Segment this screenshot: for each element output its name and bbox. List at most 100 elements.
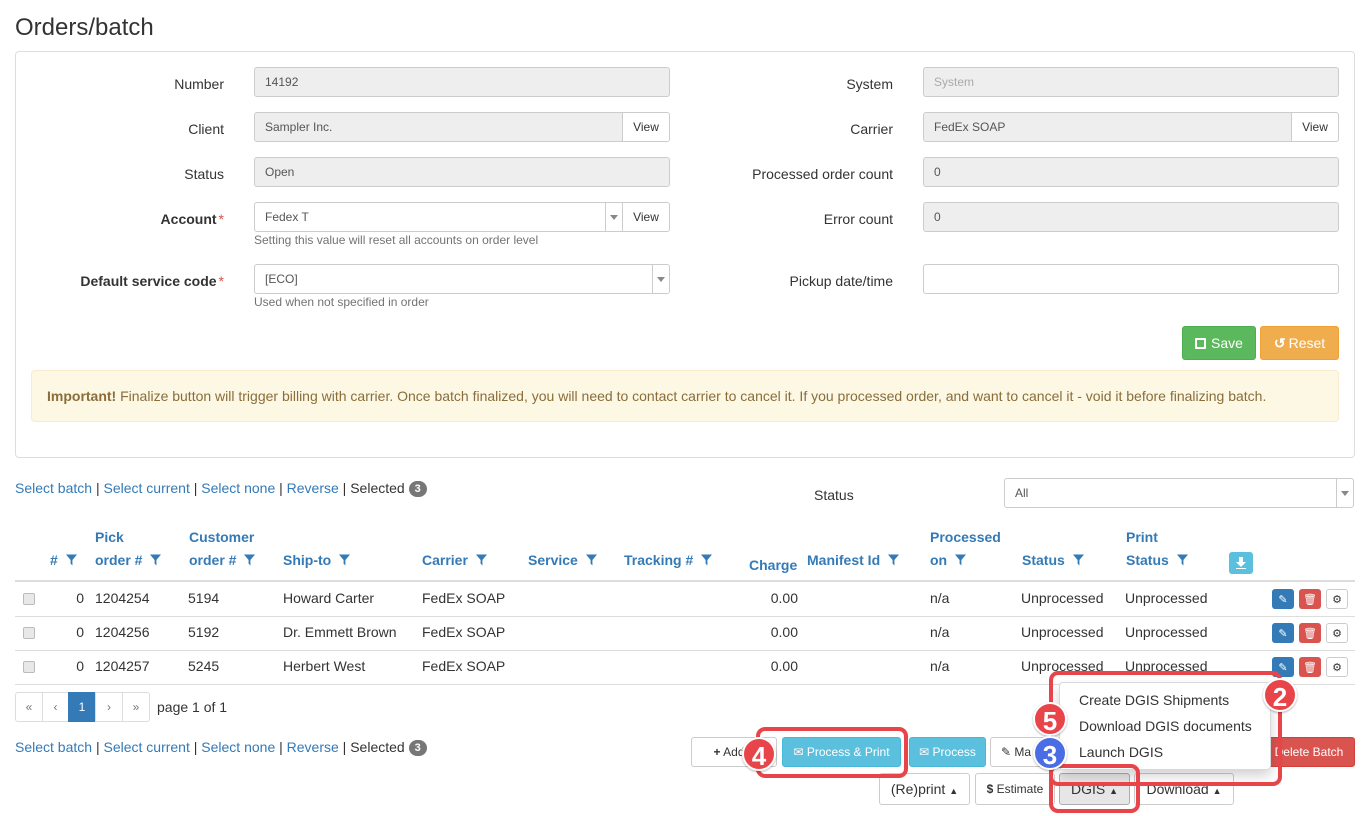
system-field[interactable]: System — [923, 67, 1339, 97]
cell-carrier: FedEx SOAP — [422, 658, 506, 674]
caret-up-icon: ▲ — [949, 786, 959, 796]
account-view-button[interactable]: View — [622, 202, 670, 232]
account-help-text: Setting this value will reset all accoun… — [254, 233, 539, 247]
cell-ship-to: Herbert West — [283, 658, 366, 674]
select-current-link[interactable]: Select current — [103, 739, 189, 755]
edit-icon: ✎ — [1278, 592, 1288, 606]
col-header-charge[interactable]: Charge — [749, 554, 797, 577]
col-header-processed-on[interactable]: Processed on — [930, 526, 1001, 572]
order-actions-button[interactable]: ⚙ — [1326, 657, 1348, 677]
client-label: Client — [188, 121, 224, 137]
filter-icon[interactable] — [701, 554, 712, 566]
status-filter-label: Status — [814, 487, 854, 503]
filter-icon[interactable] — [1177, 554, 1188, 566]
selection-links-bottom: Select batch | Select current | Select n… — [15, 739, 427, 757]
row-divider — [15, 616, 1355, 617]
cell-print-status: Unprocessed — [1125, 624, 1208, 640]
filter-icon[interactable] — [66, 554, 77, 566]
delete-order-button[interactable]: 🗑 — [1299, 657, 1321, 677]
prev-page-button[interactable]: ‹ — [42, 692, 69, 722]
cogs-icon: ⚙ — [1332, 626, 1342, 640]
col-header-manifest-id[interactable]: Manifest Id — [807, 549, 899, 572]
select-batch-link[interactable]: Select batch — [15, 739, 92, 755]
envelope-icon: ✉ — [919, 745, 930, 759]
select-none-link[interactable]: Select none — [201, 739, 275, 755]
plus-icon: + — [713, 745, 721, 759]
col-header-pick-order[interactable]: Pick order # — [95, 526, 161, 572]
filter-icon[interactable] — [888, 554, 899, 566]
cell-ship-to: Dr. Emmett Brown — [283, 624, 397, 640]
reverse-link[interactable]: Reverse — [287, 739, 339, 755]
cell-charge: 0.00 — [770, 624, 798, 640]
account-select[interactable]: Fedex T — [254, 202, 623, 232]
col-header-ship-to[interactable]: Ship-to — [283, 549, 350, 572]
alert-strong: Important! — [47, 388, 117, 404]
row-checkbox[interactable] — [23, 593, 35, 605]
service-code-help-text: Used when not specified in order — [254, 295, 429, 309]
select-batch-link[interactable]: Select batch — [15, 480, 92, 496]
col-header-number[interactable]: # — [50, 549, 77, 572]
cell-status: Unprocessed — [1021, 590, 1104, 606]
filter-icon[interactable] — [244, 554, 255, 566]
service-code-select[interactable]: [ECO] — [254, 264, 670, 294]
row-checkbox[interactable] — [23, 661, 35, 673]
undo-icon: ↺ — [1273, 335, 1286, 351]
cell-print-status: Unprocessed — [1125, 590, 1208, 606]
reset-button[interactable]: ↺ Reset — [1260, 326, 1339, 360]
filter-icon[interactable] — [586, 554, 597, 566]
filter-icon[interactable] — [1073, 554, 1084, 566]
page-title: Orders/batch — [15, 14, 154, 41]
status-label: Status — [184, 166, 224, 182]
carrier-field[interactable]: FedEx SOAP — [923, 112, 1292, 142]
reverse-link[interactable]: Reverse — [287, 480, 339, 496]
status-field[interactable]: Open — [254, 157, 670, 187]
select-current-link[interactable]: Select current — [103, 480, 189, 496]
order-actions-button[interactable]: ⚙ — [1326, 623, 1348, 643]
first-page-button[interactable]: « — [15, 692, 43, 722]
estimate-button[interactable]: $ Estimate — [975, 773, 1055, 805]
edit-order-button[interactable]: ✎ — [1272, 589, 1294, 609]
filter-icon[interactable] — [150, 554, 161, 566]
filter-icon[interactable] — [476, 554, 487, 566]
trash-icon: 🗑 — [1303, 626, 1317, 640]
carrier-view-button[interactable]: View — [1291, 112, 1339, 142]
col-header-service[interactable]: Service — [528, 549, 597, 572]
col-header-print-status[interactable]: Print Status — [1126, 526, 1188, 572]
pickup-datetime-input[interactable] — [923, 264, 1339, 294]
pickup-datetime-label: Pickup date/time — [789, 273, 894, 289]
delete-order-button[interactable]: 🗑 — [1299, 589, 1321, 609]
number-field[interactable]: 14192 — [254, 67, 670, 97]
cell-processed-on: n/a — [930, 658, 950, 674]
cell-cust: 5192 — [188, 624, 220, 640]
processed-count-label: Processed order count — [752, 166, 893, 182]
next-page-button[interactable]: › — [95, 692, 123, 722]
col-header-status[interactable]: Status — [1022, 549, 1084, 572]
filter-icon[interactable] — [339, 554, 350, 566]
select-none-link[interactable]: Select none — [201, 480, 275, 496]
callout-4-badge: 4 — [742, 737, 776, 771]
error-count-field[interactable]: 0 — [923, 202, 1339, 232]
col-header-customer-order[interactable]: Customer order # — [189, 526, 255, 572]
cell-charge: 0.00 — [770, 590, 798, 606]
page-1-button[interactable]: 1 — [68, 692, 96, 722]
client-field[interactable]: Sampler Inc. — [254, 112, 623, 142]
page-info: page 1 of 1 — [157, 699, 228, 715]
save-button[interactable]: Save — [1182, 326, 1256, 360]
processed-count-field[interactable]: 0 — [923, 157, 1339, 187]
order-actions-button[interactable]: ⚙ — [1326, 589, 1348, 609]
caret-up-icon: ▲ — [1212, 786, 1222, 796]
edit-order-button[interactable]: ✎ — [1272, 623, 1294, 643]
col-header-carrier[interactable]: Carrier — [422, 549, 487, 572]
delete-order-button[interactable]: 🗑 — [1299, 623, 1321, 643]
cogs-icon: ⚙ — [1332, 592, 1342, 606]
status-filter-select[interactable]: All — [1004, 478, 1354, 508]
process-button[interactable]: ✉ Process — [909, 737, 986, 767]
client-view-button[interactable]: View — [622, 112, 670, 142]
row-checkbox[interactable] — [23, 627, 35, 639]
filter-icon[interactable] — [955, 554, 966, 566]
cell-cust: 5194 — [188, 590, 220, 606]
cell-ship-to: Howard Carter — [283, 590, 375, 606]
last-page-button[interactable]: » — [122, 692, 150, 722]
col-header-tracking[interactable]: Tracking # — [624, 549, 712, 572]
export-download-button[interactable] — [1229, 552, 1253, 574]
